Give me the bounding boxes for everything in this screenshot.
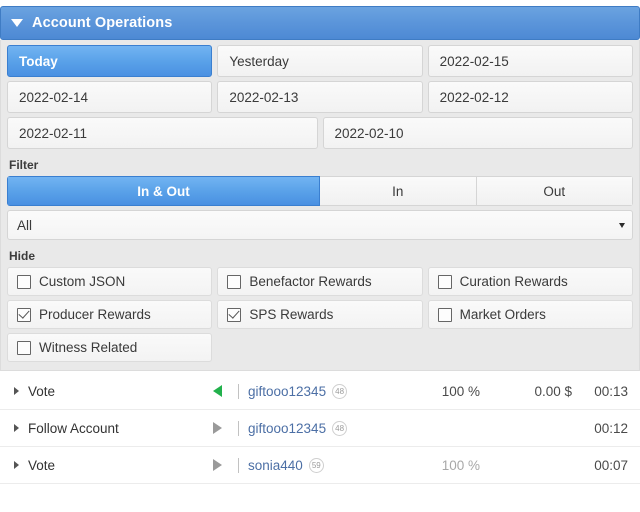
filter-label: Filter [9, 158, 39, 172]
triangle-down-icon[interactable] [11, 19, 23, 27]
checkbox-curation-rewards[interactable]: Curation Rewards [427, 267, 633, 296]
date-button-2022-02-12[interactable]: 2022-02-12 [427, 81, 633, 113]
filter-tab-label: In [392, 183, 404, 199]
direction-cell [198, 385, 236, 397]
date-button-label: 2022-02-14 [19, 89, 89, 105]
operations-list: Vote giftooo12345 48 100 % 0.00 $ 00:13 … [0, 373, 640, 512]
date-button-2022-02-10[interactable]: 2022-02-10 [322, 117, 633, 149]
filter-tab-label: Out [543, 183, 566, 199]
checkbox-label: Benefactor Rewards [249, 274, 372, 289]
filter-tab-out[interactable]: Out [476, 176, 633, 206]
direction-cell [198, 422, 236, 434]
table-row[interactable]: Follow Account giftooo12345 48 00:12 [0, 410, 640, 447]
table-row[interactable]: Vote sonia440 59 100 % 00:07 [0, 447, 640, 484]
expand-caret-icon[interactable] [14, 387, 19, 395]
cell-divider [238, 457, 239, 473]
operation-name: Vote [28, 383, 56, 399]
filter-panel: Today Yesterday 2022-02-15 2022-02-14 20… [0, 40, 640, 371]
expand-caret-icon[interactable] [14, 461, 19, 469]
checkbox-checked-icon[interactable] [227, 307, 242, 322]
panel-header[interactable]: Account Operations [0, 6, 640, 40]
timestamp: 00:07 [594, 457, 628, 473]
date-button-label: 2022-02-15 [439, 53, 509, 69]
account-operations-page: Account Operations Today Yesterday 2022-… [0, 0, 640, 512]
checkbox-icon[interactable] [227, 274, 242, 289]
date-button-label: 2022-02-10 [334, 125, 404, 141]
filter-tab-in-and-out[interactable]: In & Out [7, 176, 320, 206]
date-button-2022-02-15[interactable]: 2022-02-15 [427, 45, 633, 77]
table-row[interactable]: Vote giftooo12345 48 100 % 0.00 $ 00:13 [0, 373, 640, 410]
outgoing-arrow-icon [212, 459, 222, 471]
checkbox-market-orders[interactable]: Market Orders [427, 300, 633, 329]
checkbox-icon[interactable] [17, 340, 31, 355]
date-button-2022-02-14[interactable]: 2022-02-14 [7, 81, 213, 113]
operation-type-select[interactable]: All [7, 210, 633, 240]
direction-filter-group: In & Out In Out [7, 176, 633, 206]
expand-caret-icon[interactable] [14, 424, 19, 432]
filter-tab-in[interactable]: In [320, 176, 477, 206]
reputation-badge: 48 [332, 383, 348, 399]
timestamp: 00:13 [594, 383, 628, 399]
date-range-buttons: Today Yesterday 2022-02-15 2022-02-14 20… [7, 45, 633, 149]
operation-name: Follow Account [28, 420, 119, 436]
checkbox-label: Curation Rewards [459, 274, 568, 289]
reputation-badge: 48 [332, 420, 348, 436]
account-cell: sonia440 59 [248, 457, 394, 473]
checkbox-producer-rewards[interactable]: Producer Rewards [7, 300, 213, 329]
date-button-label: 2022-02-13 [229, 89, 299, 105]
hide-label: Hide [9, 249, 36, 263]
date-button-yesterday[interactable]: Yesterday [217, 45, 423, 77]
direction-cell [198, 459, 236, 471]
cell-divider [238, 420, 239, 436]
chevron-down-icon[interactable] [619, 223, 625, 228]
account-link[interactable]: giftooo12345 [248, 421, 326, 436]
checkbox-witness-related[interactable]: Witness Related [7, 333, 213, 362]
amount-value: 0.00 $ [534, 383, 572, 399]
checkbox-benefactor-rewards[interactable]: Benefactor Rewards [217, 267, 423, 296]
checkbox-label: SPS Rewards [249, 307, 334, 322]
operation-name: Vote [28, 457, 56, 473]
account-link[interactable]: sonia440 [248, 458, 303, 473]
checkbox-label: Custom JSON [39, 274, 126, 289]
date-button-label: Yesterday [229, 53, 289, 69]
date-button-label: 2022-02-11 [19, 125, 88, 141]
checkbox-icon[interactable] [437, 274, 452, 289]
filter-tab-label: In & Out [137, 183, 190, 199]
checkbox-label: Witness Related [39, 340, 138, 355]
page-title: Account Operations [32, 15, 173, 31]
percent-value: 100 % [441, 383, 480, 399]
checkbox-sps-rewards[interactable]: SPS Rewards [217, 300, 423, 329]
account-cell: giftooo12345 48 [248, 383, 394, 399]
checkbox-checked-icon[interactable] [17, 307, 31, 322]
date-button-label: Today [19, 53, 58, 69]
account-link[interactable]: giftooo12345 [248, 384, 326, 399]
reputation-badge: 59 [308, 457, 324, 473]
cell-divider [238, 383, 239, 399]
date-button-2022-02-11[interactable]: 2022-02-11 [7, 117, 318, 149]
checkbox-label: Producer Rewards [39, 307, 151, 322]
date-button-2022-02-13[interactable]: 2022-02-13 [217, 81, 423, 113]
date-button-today[interactable]: Today [7, 45, 213, 77]
outgoing-arrow-icon [212, 422, 222, 434]
checkbox-icon[interactable] [17, 274, 31, 289]
checkbox-custom-json[interactable]: Custom JSON [7, 267, 213, 296]
select-value: All [17, 217, 33, 233]
checkbox-icon[interactable] [437, 307, 452, 322]
account-cell: giftooo12345 48 [248, 420, 394, 436]
timestamp: 00:12 [594, 420, 628, 436]
hide-options-group: Custom JSON Benefactor Rewards Curation … [7, 267, 633, 362]
checkbox-label: Market Orders [459, 307, 546, 322]
incoming-arrow-icon [212, 385, 222, 397]
percent-value: 100 % [441, 457, 480, 473]
date-button-label: 2022-02-12 [439, 89, 509, 105]
